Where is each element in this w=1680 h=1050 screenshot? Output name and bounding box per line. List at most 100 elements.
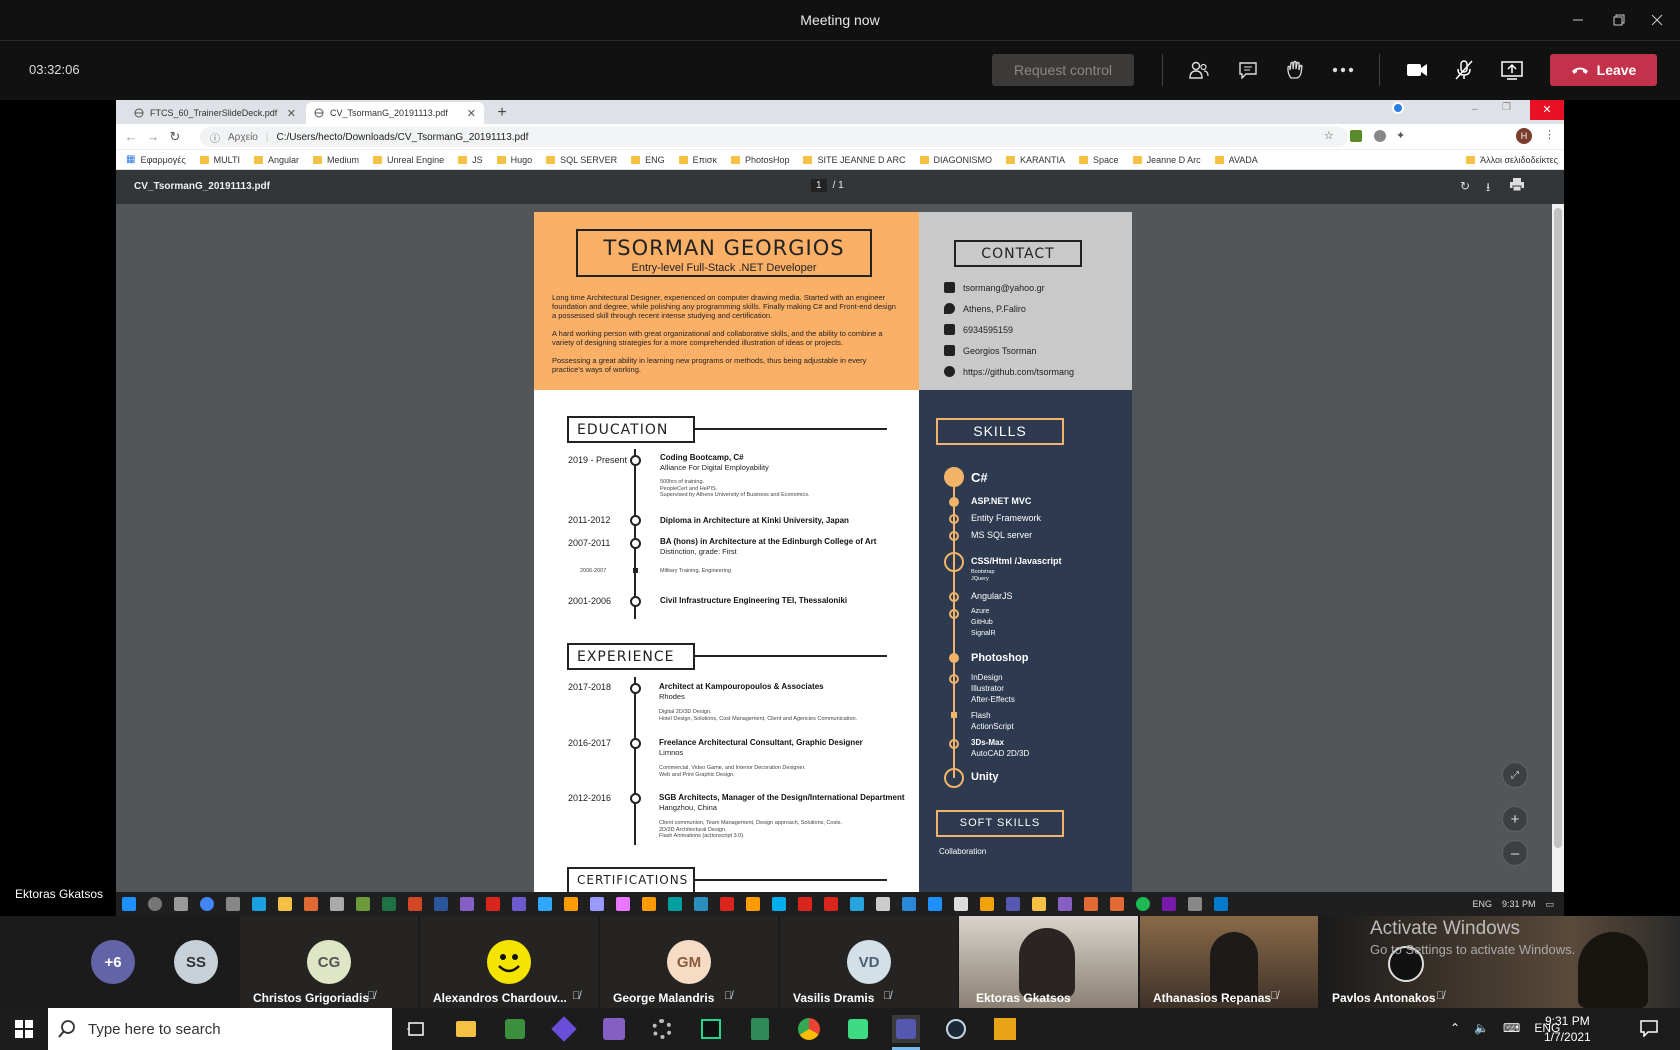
participants-button[interactable]	[1183, 56, 1215, 84]
keyboard-icon[interactable]: ⌨	[1503, 1021, 1520, 1035]
bookmark-folder[interactable]: PhotosHop	[730, 155, 789, 165]
windows-logo-icon	[122, 897, 136, 911]
puzzle-icon[interactable]: ✦	[1396, 129, 1405, 142]
folder-icon	[919, 155, 929, 164]
bookmark-folder[interactable]: Jeanne D Arc	[1132, 155, 1201, 165]
bookmark-folder[interactable]: Unreal Engine	[373, 155, 444, 165]
info-icon[interactable]: ⓘ	[210, 130, 220, 145]
linkedin-icon	[944, 345, 955, 356]
print-button[interactable]	[1510, 178, 1524, 191]
bookmark-folder[interactable]: MULTI	[199, 155, 240, 165]
edu-title: Civil Infrastructure Engineering TEI, Th…	[660, 596, 848, 605]
edu-title: Coding Bootcamp, C#	[660, 453, 744, 462]
clock-date: 1/7/2021	[1544, 1030, 1591, 1044]
file-explorer-button[interactable]	[452, 1015, 480, 1043]
extension-icon[interactable]	[1374, 130, 1386, 142]
participant-tile[interactable]: GM George Malandris 🎙̸	[600, 916, 778, 1008]
start-button[interactable]	[10, 1015, 38, 1043]
close-window-button[interactable]	[1634, 0, 1680, 40]
teams-button[interactable]	[892, 1015, 920, 1043]
app-icon	[356, 897, 370, 911]
folder-icon	[546, 155, 556, 164]
forward-icon[interactable]: →	[144, 128, 162, 146]
raise-hand-button[interactable]	[1279, 56, 1311, 84]
extension-icon[interactable]	[1350, 130, 1362, 142]
bookmark-folder[interactable]: Space	[1079, 155, 1119, 165]
bookmark-folder[interactable]: Angular	[254, 155, 299, 165]
more-participants-button[interactable]: +6	[91, 940, 135, 984]
cv-contact-heading: CONTACT	[954, 240, 1082, 267]
pycharm-button[interactable]	[697, 1015, 725, 1043]
steam-button[interactable]	[942, 1015, 970, 1043]
profile-avatar[interactable]: H	[1516, 128, 1532, 144]
page-number-input[interactable]: 1	[811, 179, 827, 192]
zoom-in-button[interactable]: +	[1502, 806, 1528, 832]
bookmark-folder[interactable]: Επισκ	[678, 155, 717, 165]
new-tab-button[interactable]: +	[492, 103, 512, 123]
cv-summary-1: Long time Architectural Designer, experi…	[552, 293, 896, 320]
zoom-out-button[interactable]: –	[1502, 840, 1528, 866]
share-screen-button[interactable]	[1496, 56, 1528, 84]
bookmark-apps[interactable]: ▦ Εφαρμογές	[126, 154, 186, 165]
chevron-up-icon[interactable]: ⌃	[1450, 1021, 1460, 1035]
back-icon[interactable]: ←	[122, 128, 140, 146]
skill-node	[944, 768, 964, 788]
taskbar-app-button[interactable]	[550, 1015, 578, 1043]
browser-close-button[interactable]: ✕	[1530, 100, 1564, 120]
bookmark-folder[interactable]: KARANTIA	[1006, 155, 1065, 165]
taskbar-app-button[interactable]	[991, 1015, 1019, 1043]
taskbar-app-button[interactable]	[746, 1015, 774, 1043]
bookmark-folder[interactable]: DIAGONISMO	[919, 155, 992, 165]
reload-icon[interactable]: ↻	[166, 128, 184, 146]
volume-icon[interactable]: 🔈	[1474, 1021, 1489, 1035]
bookmark-label: Angular	[268, 154, 300, 165]
kebab-menu-icon[interactable]: ⋮	[1544, 128, 1555, 141]
video-tile[interactable]: Ektoras Gkatsos	[959, 916, 1138, 1008]
browser-minimize-icon[interactable]: –	[1472, 104, 1486, 118]
rotate-icon[interactable]: ↻	[1460, 179, 1470, 193]
browser-tab[interactable]: FTCS_60_TrainerSlideDeck.pdf ✕	[126, 102, 304, 124]
participant-avatar[interactable]: SS	[174, 940, 218, 984]
taskbar-search-input[interactable]: Type here to search	[48, 1008, 392, 1050]
bookmark-folder[interactable]: ENG	[631, 155, 665, 165]
camera-button[interactable]	[1401, 56, 1433, 84]
download-icon[interactable]: ⭳	[1486, 178, 1490, 199]
tab-close-icon[interactable]: ✕	[287, 107, 296, 120]
fit-page-button[interactable]: ⤢	[1502, 762, 1528, 788]
bookmark-folder[interactable]: Medium	[313, 155, 359, 165]
address-bar[interactable]: ⓘ Αρχείο | C:/Users/hecto/Downloads/CV_T…	[200, 127, 1348, 147]
bookmark-star-icon[interactable]: ☆	[1324, 129, 1334, 142]
system-clock[interactable]: 9:31 PM 1/7/2021	[1544, 1013, 1591, 1045]
skill-node	[951, 712, 957, 718]
bookmark-folder[interactable]: Hugo	[496, 155, 532, 165]
action-center-button[interactable]	[1640, 1019, 1658, 1037]
request-control-button[interactable]: Request control	[992, 54, 1134, 86]
browser-restore-icon[interactable]: ❐	[1502, 102, 1516, 116]
participant-tile[interactable]: CG Christos Grigoriadis 🎙̸	[240, 916, 418, 1008]
taskbar-app-button[interactable]	[844, 1015, 872, 1043]
visual-studio-button[interactable]	[600, 1015, 628, 1043]
video-tile[interactable]: Athanasios Repanas 🎙̸	[1140, 916, 1318, 1008]
bookmark-folder[interactable]: SITE JEANNE D ARC	[803, 155, 906, 165]
tab-close-icon[interactable]: ✕	[467, 107, 476, 120]
mute-button[interactable]	[1448, 56, 1480, 84]
chrome-button[interactable]	[795, 1015, 823, 1043]
settings-button[interactable]	[648, 1015, 676, 1043]
globe-icon	[314, 108, 324, 118]
bookmark-folder[interactable]: JS	[458, 155, 483, 165]
taskbar-app-button[interactable]	[501, 1015, 529, 1043]
pdf-scroll-thumb[interactable]	[1554, 208, 1562, 848]
chat-button[interactable]	[1232, 56, 1264, 84]
participant-tile[interactable]: VD Vasilis Dramis 🎙̸	[780, 916, 958, 1008]
leave-button[interactable]: Leave	[1550, 54, 1657, 86]
browser-tab-active[interactable]: CV_TsormanG_20191113.pdf ✕	[306, 102, 484, 124]
minimize-button[interactable]	[1555, 0, 1601, 40]
more-actions-button[interactable]	[1327, 56, 1359, 84]
bookmark-folder[interactable]: SQL SERVER	[546, 155, 617, 165]
skill-node	[949, 609, 959, 619]
exp-title: SGB Architects, Manager of the Design/In…	[659, 793, 905, 802]
participant-tile[interactable]: Alexandros Chardouv... 🎙̸	[420, 916, 598, 1008]
other-bookmarks[interactable]: Άλλοι σελιδοδείκτες	[1466, 155, 1558, 165]
task-view-button[interactable]	[402, 1015, 430, 1043]
bookmark-folder[interactable]: AVADA	[1214, 155, 1258, 165]
